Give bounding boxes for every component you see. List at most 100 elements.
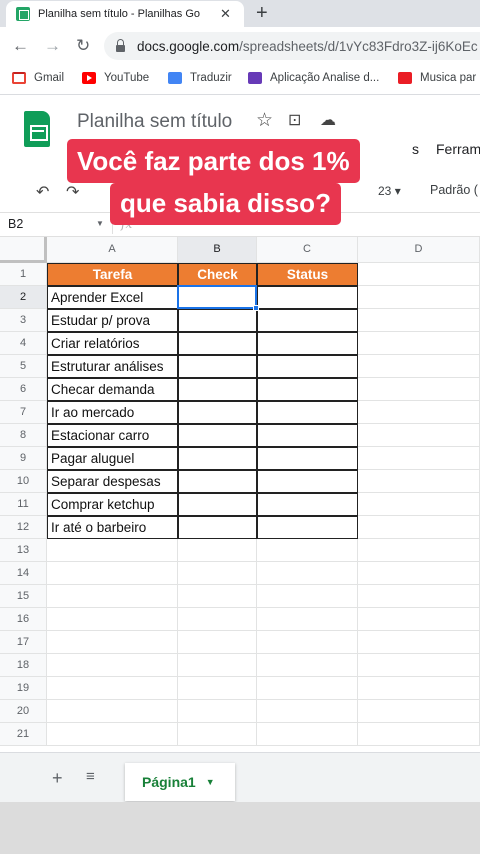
status-cell[interactable] xyxy=(257,493,358,516)
task-cell[interactable]: Ir até o barbeiro xyxy=(47,516,178,539)
bookmark-musica[interactable]: Musica par xyxy=(398,72,476,84)
status-cell[interactable] xyxy=(257,516,358,539)
add-sheet-button[interactable]: + xyxy=(52,768,63,789)
menu-item-ferramentas[interactable]: Ferram xyxy=(436,141,480,157)
status-cell[interactable] xyxy=(257,355,358,378)
name-box[interactable]: B2 xyxy=(8,217,23,231)
row-header[interactable]: 20 xyxy=(0,700,47,723)
row-header[interactable]: 3 xyxy=(0,309,47,332)
grid-cell[interactable] xyxy=(178,585,257,608)
back-arrow-icon[interactable]: ← xyxy=(12,36,29,56)
task-cell[interactable]: Aprender Excel xyxy=(47,286,178,309)
task-cell[interactable]: Pagar aluguel xyxy=(47,447,178,470)
column-header[interactable]: A xyxy=(47,237,178,263)
row-header[interactable]: 8 xyxy=(0,424,47,447)
browser-tab[interactable]: Planilha sem título - Planilhas Go ✕ xyxy=(6,1,244,27)
name-box-dropdown-icon[interactable]: ▼ xyxy=(96,219,104,228)
bookmark-youtube[interactable]: YouTube xyxy=(82,72,149,84)
grid-cell[interactable] xyxy=(257,585,358,608)
grid-cell[interactable] xyxy=(358,355,480,378)
grid-cell[interactable] xyxy=(47,608,178,631)
grid-cell[interactable] xyxy=(47,585,178,608)
column-header[interactable]: D xyxy=(358,237,480,263)
grid-cell[interactable] xyxy=(47,539,178,562)
grid-cell[interactable] xyxy=(358,700,480,723)
status-cell[interactable] xyxy=(257,401,358,424)
move-folder-icon[interactable]: ⊡ xyxy=(288,110,301,132)
grid-cell[interactable] xyxy=(257,539,358,562)
grid-cell[interactable] xyxy=(358,286,480,309)
redo-icon[interactable]: ↷ xyxy=(66,182,79,202)
star-icon[interactable]: ☆ xyxy=(256,110,273,132)
grid-cell[interactable] xyxy=(257,631,358,654)
task-cell[interactable]: Ir ao mercado xyxy=(47,401,178,424)
bookmark-aplicacao[interactable]: Aplicação Analise d... xyxy=(248,72,379,84)
grid-cell[interactable] xyxy=(358,585,480,608)
column-header[interactable]: B xyxy=(178,237,257,263)
grid-cell[interactable] xyxy=(178,700,257,723)
row-header[interactable]: 17 xyxy=(0,631,47,654)
document-title[interactable]: Planilha sem título xyxy=(77,111,232,133)
task-cell[interactable]: Separar despesas xyxy=(47,470,178,493)
grid-cell[interactable] xyxy=(358,332,480,355)
grid-cell[interactable] xyxy=(358,562,480,585)
status-cell[interactable] xyxy=(257,286,358,309)
grid-cell[interactable] xyxy=(358,677,480,700)
row-header[interactable]: 7 xyxy=(0,401,47,424)
table-header-cell[interactable]: Tarefa xyxy=(47,263,178,286)
address-bar[interactable]: docs.google.com/spreadsheets/d/1vYc83Fdr… xyxy=(104,32,480,60)
grid-cell[interactable] xyxy=(178,631,257,654)
bookmark-traduzir[interactable]: Traduzir xyxy=(168,72,232,84)
grid-cell[interactable] xyxy=(178,562,257,585)
check-cell[interactable] xyxy=(178,332,257,355)
grid-cell[interactable] xyxy=(358,401,480,424)
grid-cell[interactable] xyxy=(257,654,358,677)
sheet-tab-menu-icon[interactable]: ▼ xyxy=(206,777,215,787)
check-cell[interactable] xyxy=(178,424,257,447)
task-cell[interactable]: Estudar p/ prova xyxy=(47,309,178,332)
table-header-cell[interactable]: Check xyxy=(178,263,257,286)
row-header[interactable]: 1 xyxy=(0,263,47,286)
grid-cell[interactable] xyxy=(178,677,257,700)
spreadsheet-grid[interactable]: A B C D 1 Tarefa Check Status 2 Aprender Excel 3 Es… xyxy=(0,237,480,752)
grid-cell[interactable] xyxy=(358,447,480,470)
grid-cell[interactable] xyxy=(47,654,178,677)
row-header[interactable]: 11 xyxy=(0,493,47,516)
grid-cell[interactable] xyxy=(358,723,480,746)
grid-cell[interactable] xyxy=(178,539,257,562)
new-tab-button[interactable]: + xyxy=(256,1,268,25)
number-format-dropdown[interactable]: 23 ▾ xyxy=(378,184,401,198)
sheet-tab-pagina1[interactable]: Página1 ▼ xyxy=(125,763,235,801)
grid-cell[interactable] xyxy=(178,654,257,677)
status-cell[interactable] xyxy=(257,470,358,493)
row-header[interactable]: 2 xyxy=(0,286,47,309)
all-sheets-list-icon[interactable]: ≡ xyxy=(86,768,95,785)
check-cell[interactable] xyxy=(178,286,257,309)
row-header[interactable]: 5 xyxy=(0,355,47,378)
reload-icon[interactable]: ↻ xyxy=(76,36,90,56)
check-cell[interactable] xyxy=(178,516,257,539)
fill-handle[interactable] xyxy=(253,305,259,311)
grid-cell[interactable] xyxy=(47,677,178,700)
grid-cell[interactable] xyxy=(358,424,480,447)
grid-cell[interactable] xyxy=(358,631,480,654)
table-header-cell[interactable]: Status xyxy=(257,263,358,286)
grid-cell[interactable] xyxy=(47,631,178,654)
status-cell[interactable] xyxy=(257,309,358,332)
status-cell[interactable] xyxy=(257,424,358,447)
undo-icon[interactable]: ↶ xyxy=(36,182,49,202)
close-tab-icon[interactable]: ✕ xyxy=(220,6,231,22)
grid-cell[interactable] xyxy=(358,493,480,516)
check-cell[interactable] xyxy=(178,447,257,470)
row-header[interactable]: 14 xyxy=(0,562,47,585)
grid-cell[interactable] xyxy=(257,562,358,585)
row-header[interactable]: 6 xyxy=(0,378,47,401)
check-cell[interactable] xyxy=(178,493,257,516)
sheets-logo-icon[interactable] xyxy=(24,111,50,147)
check-cell[interactable] xyxy=(178,355,257,378)
font-family-dropdown[interactable]: Padrão ( xyxy=(430,183,478,197)
cloud-status-icon[interactable]: ☁ xyxy=(320,110,336,132)
task-cell[interactable]: Checar demanda xyxy=(47,378,178,401)
check-cell[interactable] xyxy=(178,470,257,493)
check-cell[interactable] xyxy=(178,401,257,424)
